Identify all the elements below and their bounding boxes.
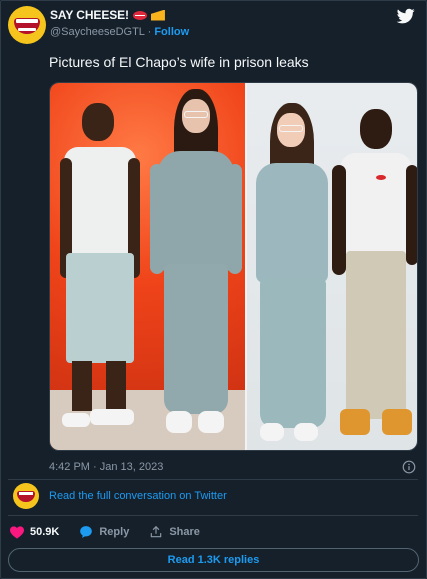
reply-button[interactable]: Reply — [79, 525, 129, 539]
conversation-avatar[interactable] — [13, 483, 39, 509]
tweet-photo[interactable] — [49, 82, 418, 451]
share-button[interactable]: Share — [149, 525, 200, 539]
info-icon[interactable] — [402, 460, 416, 474]
woman-figure-right — [254, 103, 332, 443]
twitter-bird-icon[interactable] — [396, 7, 416, 25]
tweet-text: Pictures of El Chapo’s wife in prison le… — [49, 54, 309, 70]
author-name[interactable]: SAY CHEESE! — [50, 8, 129, 22]
divider — [8, 515, 418, 516]
reply-bubble-icon — [80, 526, 93, 538]
read-replies-button[interactable]: Read 1.3K replies — [8, 548, 419, 572]
woman-figure-left — [150, 89, 242, 439]
cheese-icon — [150, 9, 165, 21]
action-bar: 50.9K Reply Share — [10, 524, 220, 540]
man-figure-right — [332, 109, 417, 449]
reply-label: Reply — [99, 526, 130, 538]
read-conversation-link[interactable]: Read the full conversation on Twitter — [49, 490, 227, 502]
share-label: Share — [169, 526, 200, 538]
like-count: 50.9K — [30, 526, 60, 538]
man-figure-left — [60, 103, 140, 443]
author-avatar[interactable] — [8, 6, 46, 44]
heart-icon — [10, 525, 24, 539]
author-name-row[interactable]: SAY CHEESE! — [50, 8, 165, 22]
embedded-tweet-card: SAY CHEESE! @SaycheeseDGTL · Follow Pict… — [0, 0, 427, 579]
author-handle[interactable]: @SaycheeseDGTL — [50, 26, 145, 38]
handle-separator: · — [147, 26, 152, 38]
follow-link[interactable]: Follow — [154, 26, 189, 38]
tweet-timestamp[interactable]: 4:42 PM · Jan 13, 2023 — [49, 461, 163, 473]
author-handle-row: @SaycheeseDGTL · Follow — [50, 26, 189, 38]
share-icon — [151, 525, 162, 538]
like-button[interactable]: 50.9K — [10, 525, 60, 539]
divider — [8, 479, 418, 480]
lips-icon — [132, 10, 147, 20]
